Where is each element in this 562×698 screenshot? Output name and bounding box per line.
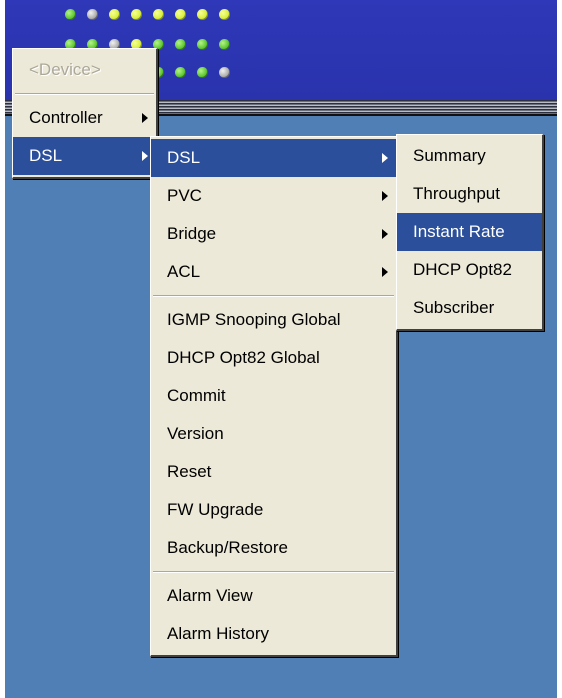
menu-item-commit[interactable]: Commit [151,377,396,415]
menu-item-label: Commit [167,386,226,405]
menu-item-label: DHCP Opt82 Global [167,348,320,367]
menu-item-acl[interactable]: ACL [151,253,396,291]
port-led [131,9,142,20]
submenu-arrow-icon [382,191,388,201]
menu-item-label: FW Upgrade [167,500,264,519]
menu-item-label: Summary [413,146,486,165]
port-led [175,39,186,50]
menu-item-label: DSL [167,148,201,167]
menu-item-label: DHCP Opt82 [413,260,512,279]
menu-item-label: <Device> [29,60,101,79]
menu-item-subscriber[interactable]: Subscriber [397,289,542,327]
port-led [109,9,120,20]
submenu-arrow-icon [142,113,148,123]
menu-item-label: Subscriber [413,298,495,317]
submenu-arrow-icon [142,151,148,161]
port-led [153,9,164,20]
menu-item-label: Reset [167,462,212,481]
menu-item-dhcp-opt82[interactable]: DHCP Opt82 [397,251,542,289]
menu-item-throughput[interactable]: Throughput [397,175,542,213]
menu-item-pvc[interactable]: PVC [151,177,396,215]
menu-item-label: Alarm History [167,624,270,643]
menu-item-bridge[interactable]: Bridge [151,215,396,253]
submenu-arrow-icon [382,229,388,239]
port-led [175,9,186,20]
menu-item-version[interactable]: Version [151,415,396,453]
port-led [197,67,208,78]
menu-item-fw-upgrade[interactable]: FW Upgrade [151,491,396,529]
port-led [197,9,208,20]
menu-item-instant-rate[interactable]: Instant Rate [397,213,542,251]
menu-item-igmp-snooping-global[interactable]: IGMP Snooping Global [151,301,396,339]
menu-item-reset[interactable]: Reset [151,453,396,491]
menu-item-label: Backup/Restore [167,538,288,557]
menu-item-alarm-view[interactable]: Alarm View [151,577,396,615]
menu-item-label: Controller [29,108,103,127]
port-led [87,9,98,20]
context-menu-dsl-sub: Summary Throughput Instant Rate DHCP Opt… [396,134,544,331]
port-led [65,9,76,20]
port-led [219,9,230,20]
menu-item-summary[interactable]: Summary [397,137,542,175]
menu-item-label: Instant Rate [413,222,505,241]
menu-item-dhcp-opt82-global[interactable]: DHCP Opt82 Global [151,339,396,377]
menu-item-backup-restore[interactable]: Backup/Restore [151,529,396,567]
menu-separator [153,571,394,573]
menu-item-label: ACL [167,262,201,281]
menu-item-label: Throughput [413,184,500,203]
context-menu-dsl: DSL PVC Bridge ACL IGMP Snooping Global … [150,136,398,657]
menu-item-label: Version [167,424,224,443]
menu-item-alarm-history[interactable]: Alarm History [151,615,396,653]
port-led [197,39,208,50]
port-led [175,67,186,78]
menu-item-dsl[interactable]: DSL [13,137,156,175]
menu-item-dsl-sub[interactable]: DSL [151,139,396,177]
menu-item-label: IGMP Snooping Global [167,310,341,329]
port-led [219,67,230,78]
menu-item-controller[interactable]: Controller [13,99,156,137]
menu-item-label: Alarm View [167,586,253,605]
menu-separator [153,295,394,297]
menu-item-device: <Device> [13,51,156,89]
context-menu-root: <Device> Controller DSL [12,48,158,179]
submenu-arrow-icon [382,153,388,163]
menu-item-label: Bridge [167,224,217,243]
menu-item-label: PVC [167,186,202,205]
submenu-arrow-icon [382,267,388,277]
menu-item-label: DSL [29,146,63,165]
menu-separator [15,93,154,95]
port-led [219,39,230,50]
